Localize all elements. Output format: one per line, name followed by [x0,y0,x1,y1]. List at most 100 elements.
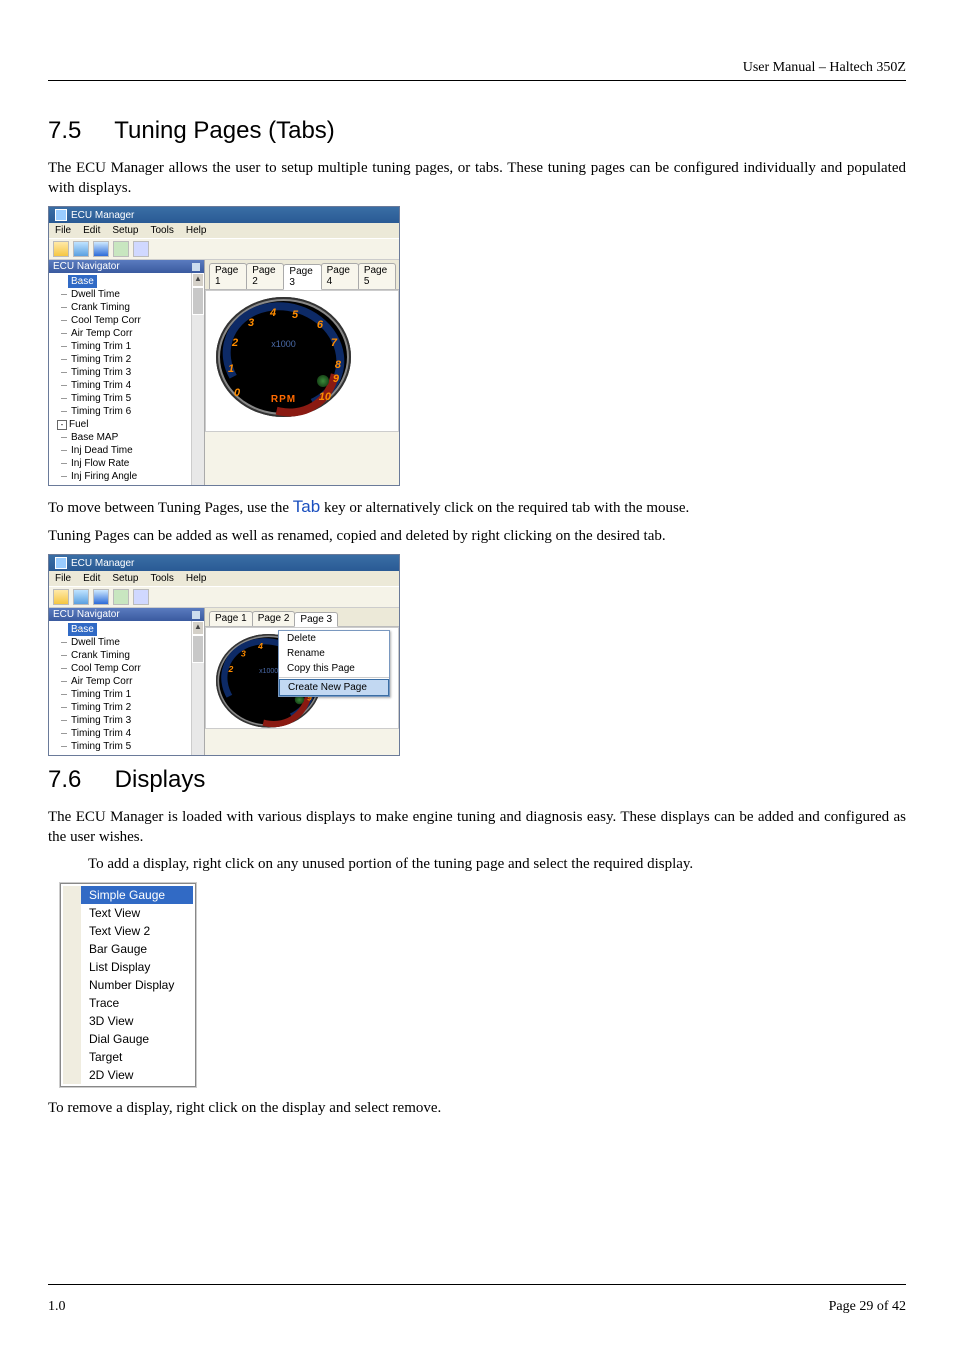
tree-item[interactable]: Crank Timing [53,301,204,314]
tree-item[interactable]: Inj Firing Angle [53,470,204,483]
menu-edit[interactable]: Edit [83,573,100,584]
tree-item[interactable]: Timing Trim 4 [53,727,204,740]
menu-bar: File Edit Setup Tools Help [49,571,399,586]
display-simple-gauge[interactable]: Simple Gauge [81,886,193,904]
display-3d-view[interactable]: 3D View [81,1012,193,1030]
menu-help[interactable]: Help [186,573,207,584]
save-icon[interactable] [93,589,109,605]
ecu-navigator-panel: ECU Navigator Base Dwell Time Crank Timi… [49,608,205,755]
tree-item[interactable]: Air Temp Corr [53,675,204,688]
tree-group-fuel[interactable]: -Fuel [53,418,204,431]
context-delete[interactable]: Delete [279,631,389,646]
tree-item[interactable]: Base MAP [53,431,204,444]
gauge-indicator [317,375,329,387]
tab-page-3[interactable]: Page 3 [294,612,338,627]
ecu-navigator-panel: ECU Navigator Base Dwell Time Crank Timi… [49,260,205,485]
tab-page-3[interactable]: Page 3 [283,264,321,290]
tree-item[interactable]: Timing Trim 5 [53,392,204,405]
menu-setup[interactable]: Setup [112,225,138,236]
menu-help[interactable]: Help [186,225,207,236]
tree-item[interactable]: Dwell Time [53,636,204,649]
open-icon[interactable] [53,589,69,605]
tree-item-base[interactable]: Base [68,275,97,288]
tree-item[interactable]: Timing Trim 5 [53,740,204,753]
gauge-label: RPM [271,394,296,405]
tree-item[interactable]: Timing Trim 3 [53,714,204,727]
tree-item[interactable]: Inj Flow Rate [53,457,204,470]
tree-item[interactable]: Dwell Time [53,288,204,301]
menu-file[interactable]: File [55,225,71,236]
tree-item[interactable]: Timing Trim 3 [53,366,204,379]
tab-page-4[interactable]: Page 4 [321,263,359,289]
toolbar [49,586,399,608]
display-trace[interactable]: Trace [81,994,193,1012]
scroll-up-icon[interactable]: ▲ [192,621,204,635]
toolbar [49,238,399,260]
display-text-view[interactable]: Text View [81,904,193,922]
display-dial-gauge[interactable]: Dial Gauge [81,1030,193,1048]
tab-page-1[interactable]: Page 1 [209,611,253,626]
tree-item[interactable]: Cool Temp Corr [53,314,204,327]
context-rename[interactable]: Rename [279,646,389,661]
scroll-up-icon[interactable]: ▲ [192,273,204,287]
display-bar-gauge[interactable]: Bar Gauge [81,940,193,958]
display-text-view-2[interactable]: Text View 2 [81,922,193,940]
section-7-6-para-3: To remove a display, right click on the … [48,1099,906,1119]
tree-item[interactable]: Air Temp Corr [53,327,204,340]
pin-icon[interactable] [192,611,200,619]
paste-icon[interactable] [133,589,149,605]
navigator-title: ECU Navigator [49,608,204,621]
menu-setup[interactable]: Setup [112,573,138,584]
content-panel: Page 1 Page 2 Page 3 2 3 4 7 8 9 x1000 [205,608,399,755]
tree-item[interactable]: Timing Trim 6 [53,405,204,418]
tab-key-text: Tab [293,497,320,516]
tree-item[interactable]: Timing Trim 4 [53,379,204,392]
menu-file[interactable]: File [55,573,71,584]
gauge-tick: 2 [232,337,238,349]
menu-tools[interactable]: Tools [151,225,174,236]
scroll-thumb[interactable] [192,287,204,315]
tree-item[interactable]: Crank Timing [53,649,204,662]
tree-item[interactable]: Timing Trim 2 [53,701,204,714]
copy-icon[interactable] [113,589,129,605]
pin-icon[interactable] [192,263,200,271]
write-icon[interactable] [73,241,89,257]
tree-item[interactable]: Timing Trim 2 [53,353,204,366]
tab-page-2[interactable]: Page 2 [252,611,296,626]
write-icon[interactable] [73,589,89,605]
menu-gutter [63,886,81,1084]
navigator-title-text: ECU Navigator [53,609,120,620]
tab-page-5[interactable]: Page 5 [358,263,396,289]
navigator-tree[interactable]: Base Dwell Time Crank Timing Cool Temp C… [49,273,204,485]
menu-edit[interactable]: Edit [83,225,100,236]
tab-page-1[interactable]: Page 1 [209,263,247,289]
scroll-thumb[interactable] [192,635,204,663]
tree-item[interactable]: Inj Dead Time [53,444,204,457]
display-target[interactable]: Target [81,1048,193,1066]
menu-tools[interactable]: Tools [151,573,174,584]
tree-item[interactable]: Timing Trim 1 [53,688,204,701]
section-7-6-heading: 7.6 Displays [48,766,906,794]
tree-item[interactable]: Cool Temp Corr [53,662,204,675]
scrollbar[interactable]: ▲ [191,621,204,755]
open-icon[interactable] [53,241,69,257]
copy-icon[interactable] [113,241,129,257]
gauge-tick: 9 [333,373,339,385]
context-copy-page[interactable]: Copy this Page [279,661,389,676]
tab-page-2[interactable]: Page 2 [246,263,284,289]
display-list-display[interactable]: List Display [81,958,193,976]
save-icon[interactable] [93,241,109,257]
context-create-new-page[interactable]: Create New Page [279,679,389,696]
navigator-tree[interactable]: Base Dwell Time Crank Timing Cool Temp C… [49,621,204,755]
scrollbar[interactable]: ▲ [191,273,204,485]
tree-item-base[interactable]: Base [68,623,97,636]
section-7-6-para-2: To add a display, right click on any unu… [88,855,906,875]
display-2d-view[interactable]: 2D View [81,1066,193,1084]
page-header: User Manual – Haltech 350Z [48,60,906,76]
display-number-display[interactable]: Number Display [81,976,193,994]
paste-icon[interactable] [133,241,149,257]
tree-item[interactable]: Timing Trim 1 [53,340,204,353]
rpm-gauge[interactable]: 0 1 2 3 4 5 6 7 8 9 10 x1000 RPM [216,297,351,417]
section-7-5-para-1: The ECU Manager allows the user to setup… [48,159,906,198]
menu-separator [279,677,389,678]
